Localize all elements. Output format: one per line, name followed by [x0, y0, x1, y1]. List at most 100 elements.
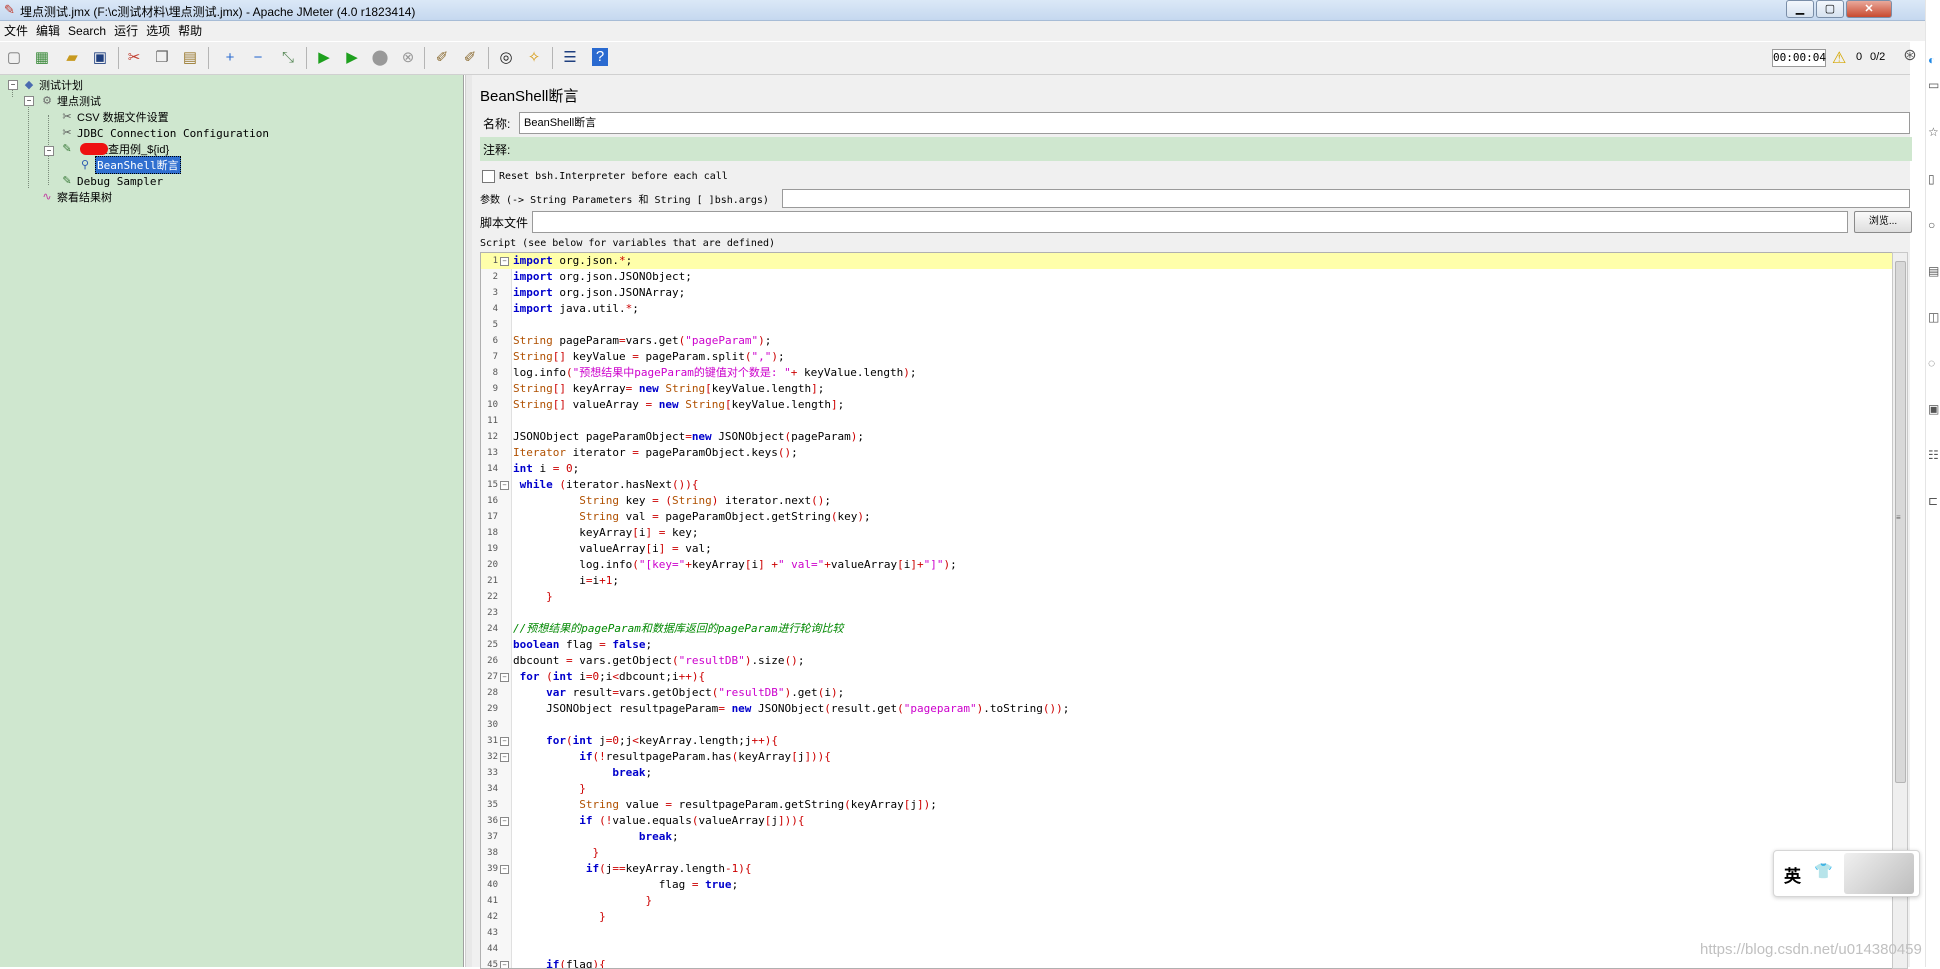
toolbar-separator [118, 47, 119, 69]
collapse-toggle[interactable]: − [24, 96, 34, 106]
sidebar-list-icon[interactable]: ☷ [1928, 448, 1940, 462]
code-line: 42 } [487, 910, 606, 923]
clear-all-icon[interactable]: ✐ [460, 48, 480, 68]
script-file-label: 脚本文件 [480, 215, 529, 230]
copy-icon[interactable]: ❐ [152, 48, 172, 68]
fold-toggle[interactable]: − [500, 737, 509, 746]
fold-toggle[interactable]: − [500, 961, 509, 968]
tree-item-view-results-tree[interactable]: ∿ 察看结果树 [40, 189, 112, 205]
code-line: 14 int i = 0; [487, 462, 580, 475]
test-plan-tree[interactable]: − − − ◆ 测试计划 ⚙ 埋点测试 ✂ CSV 数据文件设置 ✂ JDBC … [0, 75, 464, 967]
sidebar-translate-icon[interactable]: ◫ [1928, 310, 1940, 324]
reset-interpreter-label: Reset bsh.Interpreter before each call [499, 170, 728, 182]
pane-splitter[interactable] [465, 75, 472, 967]
start-icon[interactable]: ▶ [314, 48, 334, 68]
listener-graph-icon: ∿ [42, 191, 52, 203]
script-file-row: 脚本文件 浏览... [480, 210, 1912, 234]
scrollbar-thumb[interactable] [1895, 261, 1906, 783]
fold-toggle[interactable]: − [500, 817, 509, 826]
maximize-button[interactable]: ▢ [1816, 0, 1844, 18]
cut-icon[interactable]: ✂ [124, 48, 144, 68]
menu-help[interactable]: 帮助 [174, 21, 206, 41]
name-row: 名称: BeanShell断言 [480, 111, 1912, 135]
reset-search-broom-icon[interactable]: ✧ [524, 48, 544, 68]
tree-item-jdbc-config[interactable]: ✂ JDBC Connection Configuration [60, 125, 269, 141]
menu-options[interactable]: 选项 [142, 21, 174, 41]
function-helper-icon[interactable]: ☰ [560, 48, 580, 68]
active-threads: 0/2 [1870, 51, 1886, 63]
close-button[interactable]: ✕ [1846, 0, 1892, 18]
sidebar-star-icon[interactable]: ☆ [1928, 125, 1940, 139]
templates-icon[interactable]: ▦ [32, 48, 52, 68]
menu-search[interactable]: Search [64, 21, 110, 41]
code-line: 18 keyArray[i] = key; [487, 526, 699, 539]
fold-toggle[interactable]: − [500, 673, 509, 682]
tree-item-csv-config[interactable]: ✂ CSV 数据文件设置 [60, 109, 168, 125]
script-file-field[interactable] [532, 211, 1848, 233]
fold-toggle[interactable]: − [500, 481, 509, 490]
fold-toggle[interactable]: − [500, 865, 509, 874]
tree-item-test-plan[interactable]: ◆ 测试计划 [22, 77, 83, 93]
reset-interpreter-row: Reset bsh.Interpreter before each call [482, 168, 728, 184]
collapse-toggle[interactable]: − [8, 80, 18, 90]
code-line: 41 } [487, 894, 653, 907]
open-folder-icon[interactable]: ▰ [62, 48, 82, 68]
code-line: 10 String[] valueArray = new String[keyVa… [487, 398, 845, 411]
code-line: 23 [487, 608, 498, 618]
tree-item-check-case-sampler[interactable]: ✎ 检查用例_${id} [60, 141, 169, 157]
tree-connector [28, 100, 29, 188]
parameters-row: 参数 (-> String Parameters 和 String [ ]bsh… [480, 188, 1912, 208]
paste-icon[interactable]: ▤ [180, 48, 200, 68]
sidebar-doc-icon[interactable]: ▤ [1928, 264, 1940, 278]
clear-icon[interactable]: ✐ [432, 48, 452, 68]
shutdown-icon[interactable]: ⊗ [398, 48, 418, 68]
collapse-all-icon[interactable]: − [248, 48, 268, 68]
sidebar-note-icon[interactable]: ▭ [1928, 78, 1940, 92]
code-line: 4 import java.util.*; [492, 302, 639, 315]
code-line: 11 [487, 416, 498, 426]
menu-file[interactable]: 文件 [0, 21, 32, 41]
stop-icon[interactable]: ⬤ [370, 48, 390, 68]
code-line: 38 } [487, 846, 600, 859]
code-line: 29 JSONObject resultpageParam= new JSONO… [487, 702, 1070, 715]
tree-item-beanshell-assertion[interactable]: ⚲ BeanShell断言 [78, 156, 181, 174]
parameters-field[interactable] [782, 188, 1910, 208]
comment-field[interactable] [519, 139, 1912, 159]
ime-mode-label[interactable]: 英 [1784, 862, 1801, 887]
minimize-button[interactable]: ▁ [1786, 0, 1814, 18]
toggle-icon[interactable]: ⤡ [278, 48, 298, 68]
expand-all-icon[interactable]: + [220, 48, 240, 68]
code-line: 22 } [487, 590, 553, 603]
warning-icon[interactable]: ⚠ [1832, 48, 1846, 68]
tree-item-thread-group[interactable]: ⚙ 埋点测试 [40, 93, 101, 109]
sidebar-search-icon[interactable]: ○ [1928, 218, 1940, 232]
fold-toggle[interactable]: − [500, 753, 509, 762]
menu-run[interactable]: 运行 [110, 21, 142, 41]
tree-item-debug-sampler[interactable]: ✎ Debug Sampler [60, 173, 163, 189]
ime-toolbar[interactable]: 英 👕 [1773, 850, 1920, 897]
sidebar-cart-icon[interactable]: ⊏ [1928, 494, 1940, 508]
sidebar-page-icon[interactable]: ▯ [1928, 172, 1940, 186]
collapse-toggle[interactable]: − [44, 146, 54, 156]
code-line: 20 log.info("[key="+keyArray[i] +" val="… [487, 558, 957, 571]
script-editor[interactable]: 1− import org.json.*; 2 import org.json.JS… [480, 252, 1894, 969]
name-field[interactable]: BeanShell断言 [519, 112, 1910, 134]
code-line: 44 [487, 944, 498, 954]
save-icon[interactable]: ▣ [90, 48, 110, 68]
start-no-pauses-icon[interactable]: ▶ [342, 48, 362, 68]
menu-edit[interactable]: 编辑 [32, 21, 64, 41]
ime-skin-icon[interactable]: 👕 [1814, 862, 1833, 880]
browse-button[interactable]: 浏览... [1854, 211, 1912, 233]
fold-toggle[interactable]: − [500, 257, 509, 266]
new-icon[interactable]: ▢ [4, 48, 24, 68]
help-icon[interactable]: ? [592, 48, 608, 66]
code-line: 32− if(!resultpageParam.has(keyArray[j])… [487, 750, 831, 763]
search-binoculars-icon[interactable]: ◎ [496, 48, 516, 68]
ime-avatar-image [1844, 853, 1914, 894]
sidebar-chat-icon[interactable]: ◌ [1928, 356, 1940, 370]
sidebar-logo-icon[interactable]: ◐ [1928, 53, 1940, 67]
sidebar-bag-icon[interactable]: ▣ [1928, 402, 1940, 416]
reset-interpreter-checkbox[interactable] [482, 169, 495, 183]
remote-globe-icon: ⊛ [1903, 47, 1917, 64]
code-line: 28 var result=vars.getObject("resultDB")… [487, 686, 845, 699]
